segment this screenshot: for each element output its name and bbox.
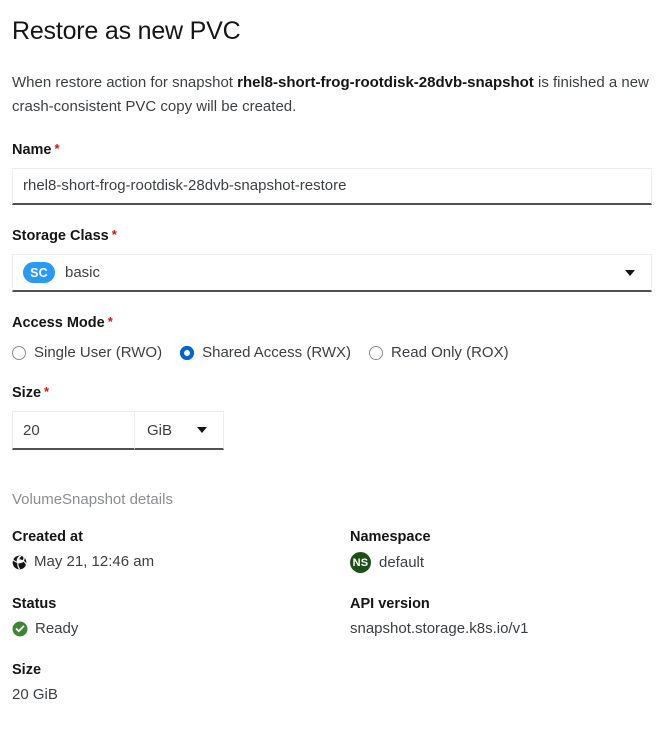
namespace-badge-icon: NS [350, 552, 371, 573]
storage-class-label-text: Storage Class [12, 228, 109, 244]
access-mode-radio-group: Single User (RWO) Shared Access (RWX) Re… [12, 344, 652, 362]
name-label: Name * [12, 141, 652, 159]
description-snapshot-name: rhel8-short-frog-rootdisk-28dvb-snapshot [237, 74, 534, 91]
radio-single-user-rwo[interactable]: Single User (RWO) [12, 344, 162, 362]
restore-as-new-pvc-dialog: Restore as new PVC When restore action f… [0, 0, 664, 755]
radio-icon-selected[interactable] [180, 346, 195, 360]
description-prefix: When restore action for snapshot [12, 74, 238, 91]
radio-icon[interactable] [369, 346, 384, 360]
detail-term: Namespace [350, 529, 431, 545]
detail-term: Size [12, 662, 42, 678]
size-input-group: 20 GiB [12, 411, 224, 450]
size-label: Size * [12, 384, 652, 402]
detail-value-row: NS default [350, 552, 652, 573]
detail-value-row: May 21, 12:46 am [12, 552, 350, 572]
storage-class-label: Storage Class * [12, 227, 652, 245]
required-asterisk: * [54, 141, 60, 156]
radio-icon[interactable] [12, 346, 26, 360]
access-mode-label-text: Access Mode [12, 315, 105, 331]
page-title: Restore as new PVC [12, 17, 241, 45]
access-mode-field-group: Access Mode * Single User (RWO) Shared Ac… [12, 314, 652, 362]
chevron-down-icon[interactable] [197, 427, 207, 433]
detail-value-row: Ready [12, 619, 350, 639]
detail-api-version: API version snapshot.storage.k8s.io/v1 [350, 595, 652, 639]
detail-value: snapshot.storage.k8s.io/v1 [350, 620, 529, 637]
detail-value: Ready [35, 620, 79, 637]
access-mode-label: Access Mode * [12, 314, 652, 332]
radio-label: Single User (RWO) [34, 344, 163, 361]
name-field-group: Name * rhel8-short-frog-rootdisk-28dvb-sn… [12, 141, 652, 205]
radio-label: Shared Access (RWX) [202, 344, 352, 361]
required-asterisk: * [44, 384, 50, 399]
size-unit-select[interactable]: GiB [134, 411, 224, 450]
storage-class-select[interactable]: SC basic [12, 254, 652, 292]
size-input[interactable]: 20 [12, 411, 134, 450]
radio-read-only-rox[interactable]: Read Only (ROX) [369, 344, 509, 362]
required-asterisk: * [107, 314, 113, 329]
size-field-group: Size * 20 GiB [12, 384, 652, 450]
check-circle-icon [12, 621, 28, 637]
storage-class-value: basic [65, 264, 101, 281]
detail-created-at: Created at May 21, 12:46 am [12, 528, 350, 573]
dialog-description: When restore action for snapshot rhel8-s… [12, 71, 652, 119]
globe-icon [12, 555, 27, 569]
detail-value: May 21, 12:46 am [34, 553, 155, 570]
required-asterisk: * [111, 227, 117, 242]
detail-status: Status Ready [12, 595, 350, 639]
radio-label: Read Only (ROX) [391, 344, 509, 361]
detail-term: Status [12, 596, 57, 612]
name-input-value: rhel8-short-frog-rootdisk-28dvb-snapshot… [23, 177, 347, 194]
details-section-title: VolumeSnapshot details [12, 491, 173, 508]
detail-namespace: Namespace NS default [350, 528, 652, 573]
size-input-value: 20 [23, 421, 40, 439]
detail-value[interactable]: default [379, 553, 424, 573]
name-input[interactable]: rhel8-short-frog-rootdisk-28dvb-snapshot… [12, 168, 652, 205]
size-unit-value: GiB [147, 421, 173, 439]
size-label-text: Size [12, 385, 42, 401]
detail-term: Created at [12, 529, 83, 545]
chevron-down-icon[interactable] [625, 269, 635, 276]
detail-term: API version [350, 596, 430, 612]
storage-class-badge-icon: SC [23, 262, 55, 283]
volumesnapshot-details-list: Created at May 21, 12:46 am Namespace NS… [12, 528, 652, 705]
detail-size: Size 20 GiB [12, 661, 350, 705]
name-label-text: Name [12, 142, 52, 158]
radio-shared-access-rwx[interactable]: Shared Access (RWX) [180, 344, 351, 362]
detail-value: 20 GiB [12, 686, 58, 703]
storage-class-field-group: Storage Class * SC basic [12, 227, 652, 292]
